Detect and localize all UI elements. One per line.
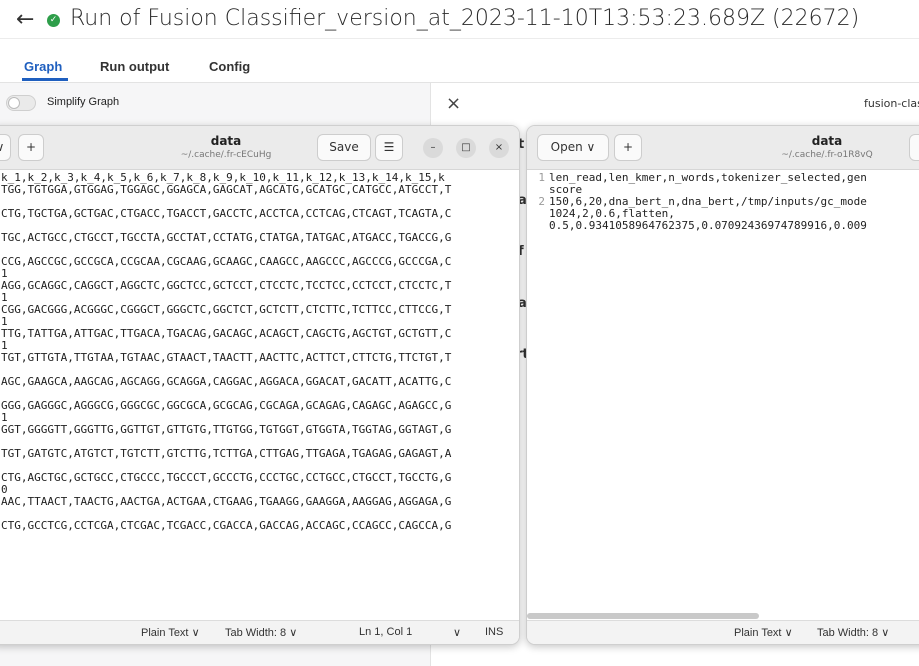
editor-text-area[interactable]: 1 len_read,len_kmer,n_words,tokenizer_sel… [527,170,919,622]
code-line: AGC,GAAGCA,AAGCAG,AGCAGG,GCAGGA,CAGGAC,A… [1,375,452,388]
editor-statusbar: Plain Text ∨ Tab Width: 8 ∨ [527,620,919,644]
header-divider [0,38,919,39]
save-button[interactable]: Save [317,134,371,161]
main-menu-button[interactable]: ☰ [375,134,403,161]
editor-file-path: ~/.cache/.fr-cECuHg [180,150,272,160]
chevron-down-icon: ∨ [881,627,890,639]
text-editor-window-left: ∨ + data ~/.cache/.fr-cECuHg Save ☰ – □ … [0,125,520,645]
code-line: AAC,TTAACT,TAACTG,AACTGA,ACTGAA,CTGAAG,T… [1,495,452,508]
editor-headerbar: ∨ + data ~/.cache/.fr-cECuHg Save ☰ – □ … [0,126,519,170]
code-line: AGG,GCAGGC,CAGGCT,AGGCTC,GGCTCC,GCTCCT,C… [1,279,452,292]
minimize-icon[interactable]: – [423,138,443,158]
tab-width-label: Tab Width: 8 [817,627,879,639]
chevron-down-icon: ∨ [289,627,298,639]
app-header: ← ✓ Run of Fusion Classifier_version_at_… [0,0,919,40]
code-line: 1 len_read,len_kmer,n_words,tokenizer_sel… [527,172,919,184]
editor-statusbar: Plain Text ∨ Tab Width: 8 ∨ Ln 1, Col 1 … [0,620,519,644]
simplify-graph-label: Simplify Graph [47,96,120,108]
language-label: Plain Text [141,627,189,639]
language-selector[interactable]: Plain Text ∨ [141,626,200,639]
code-line: CCG,AGCCGC,GCCGCA,CCGCAA,CGCAAG,GCAAGC,C… [1,255,452,268]
code-line: CTG,GCCTCG,CCTCGA,CTCGAC,TCGACC,CGACCA,G… [1,519,452,532]
editor-title: data [811,134,843,148]
open-menu-button[interactable]: Open ∨ [537,134,609,161]
code-line: TGG,TGTGGA,GTGGAG,TGGAGC,GGAGCA,GAGCAT,A… [1,183,452,196]
page-title: Run of Fusion Classifier_version_at_2023… [70,6,860,31]
open-menu-button[interactable]: ∨ [0,134,11,161]
tab-run-output[interactable]: Run output [100,59,169,74]
close-icon[interactable]: × [446,93,461,114]
line-number: 1 [538,171,545,184]
editor-title: data [210,134,242,148]
maximize-icon[interactable]: □ [456,138,476,158]
chevron-down-icon: ∨ [191,627,200,639]
code-line: TTG,TATTGA,ATTGAC,TTGACA,TGACAG,GACAGC,A… [1,327,452,340]
new-tab-icon: + [25,140,37,154]
tab-width-selector[interactable]: Tab Width: 8 ∨ [817,626,889,639]
horizontal-scrollbar[interactable] [527,613,759,619]
code-line: TGC,ACTGCC,CTGCCT,TGCCTA,GCCTAT,CCTATG,C… [1,231,452,244]
cursor-position[interactable]: Ln 1, Col 1 [359,626,412,638]
code-line: GGT,GGGGTT,GGGTTG,GGTTGT,GTTGTG,TTGTGG,T… [1,423,452,436]
language-selector[interactable]: Plain Text ∨ [734,626,793,639]
editor-text-area[interactable]: k_1,k_2,k_3,k_4,k_5,k_6,k_7,k_8,k_9,k_10… [0,170,519,622]
active-tab-indicator [22,78,68,81]
tab-graph[interactable]: Graph [24,59,62,74]
code-line: CGG,GACGGG,ACGGGC,CGGGCT,GGGCTC,GGCTCT,G… [1,303,452,316]
chevron-down-icon: ∨ [586,140,596,154]
chevron-down-icon: ∨ [784,627,793,639]
save-button[interactable] [909,134,919,161]
code-line: GGG,GAGGGC,AGGGCG,GGGCGC,GGCGCA,GCGCAG,C… [1,399,452,412]
code-line: TGT,GATGTC,ATGTCT,TGTCTT,GTCTTG,TCTTGA,C… [1,447,452,460]
new-tab-button[interactable]: + [18,134,44,161]
check-circle-icon: ✓ [47,14,60,27]
editor-headerbar: Open ∨ + data ~/.cache/.fr-o1R8vQ [527,126,919,170]
tab-width-label: Tab Width: 8 [225,627,287,639]
new-tab-button[interactable]: + [614,134,642,161]
code-line: TGT,GTTGTA,TTGTAA,TGTAAC,GTAACT,TAACTT,A… [1,351,452,364]
tab-bar: Graph Run output Config [0,54,919,82]
code-line: CTG,AGCTGC,GCTGCC,CTGCCC,TGCCCT,GCCCTG,C… [1,471,452,484]
simplify-graph-toggle[interactable] [6,95,36,111]
text-editor-window-right: Open ∨ + data ~/.cache/.fr-o1R8vQ 1 len_r… [526,125,919,645]
chevron-down-icon[interactable]: ∨ [453,626,461,639]
line-number: 2 [538,195,545,208]
line-text: 0.5,0.9341058964762375,0.070924369747899… [549,219,867,232]
line-text: len_read,len_kmer,n_words,tokenizer_sele… [549,171,867,184]
chevron-down-icon: ∨ [0,140,4,154]
tab-width-selector[interactable]: Tab Width: 8 ∨ [225,626,297,639]
arrow-left-icon[interactable]: ← [16,7,34,32]
open-label: Open [550,140,583,154]
editor-file-path: ~/.cache/.fr-o1R8vQ [781,150,873,160]
close-window-icon[interactable]: × [489,138,509,158]
code-line: 0.5,0.9341058964762375,0.070924369747899… [527,220,919,232]
new-tab-icon: + [622,140,634,154]
tab-config[interactable]: Config [209,59,250,74]
code-line: CTG,TGCTGA,GCTGAC,CTGACC,TGACCT,GACCTC,A… [1,207,452,220]
language-label: Plain Text [734,627,782,639]
toggle-knob [8,97,20,109]
insert-mode-indicator[interactable]: INS [485,626,503,638]
config-pipeline-name: fusion-clas [864,97,919,110]
hamburger-menu-icon: ☰ [383,140,395,154]
